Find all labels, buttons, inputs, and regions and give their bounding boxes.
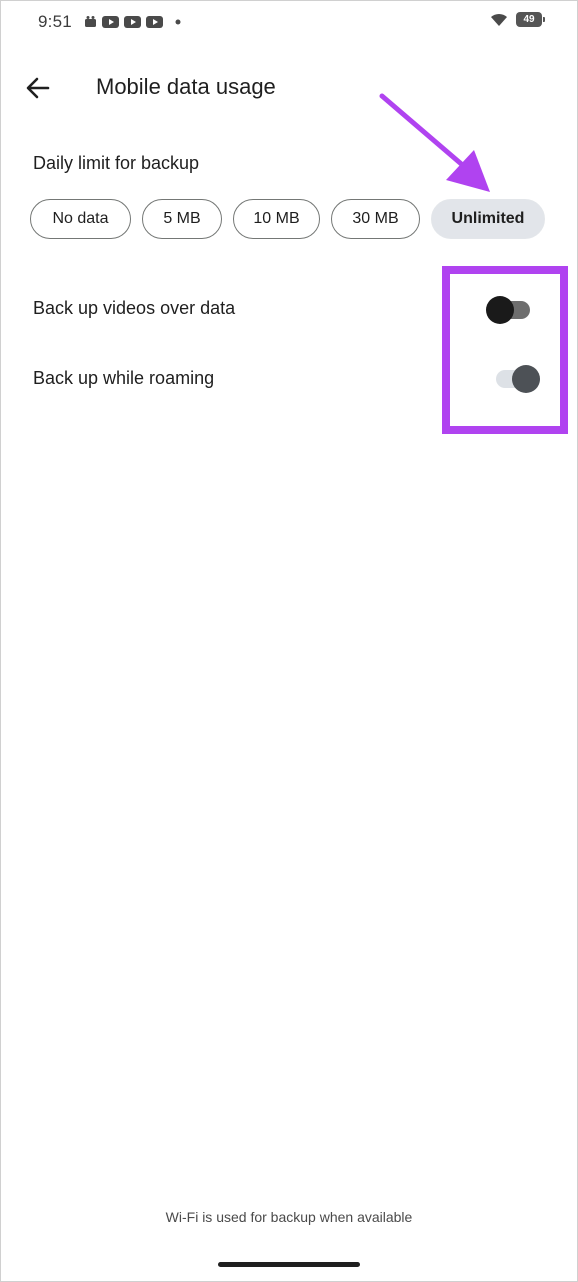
switch-thumb — [486, 296, 514, 324]
notification-icons — [84, 15, 182, 28]
navigation-handle[interactable] — [218, 1262, 360, 1267]
status-time: 9:51 — [38, 12, 72, 31]
daily-limit-label: Daily limit for backup — [33, 153, 200, 173]
chip-no-data[interactable]: No data — [30, 199, 131, 239]
setting-label: Back up while roaming — [33, 368, 215, 388]
while-roaming-switch[interactable] — [496, 365, 542, 393]
page-title: Mobile data usage — [96, 74, 276, 99]
news-icon — [85, 16, 96, 27]
chip-label: Unlimited — [451, 210, 525, 227]
chip-5-mb[interactable]: 5 MB — [142, 199, 222, 239]
chip-unlimited[interactable]: Unlimited — [431, 199, 545, 239]
arrow-left-icon — [26, 77, 50, 99]
back-button[interactable] — [22, 72, 54, 104]
app-bar: Mobile data usage — [0, 60, 578, 116]
chip-10-mb[interactable]: 10 MB — [233, 199, 320, 239]
videos-over-data-switch[interactable] — [486, 296, 532, 324]
system-icons: 49 — [490, 12, 545, 27]
setting-while-roaming[interactable]: Back up while roaming — [33, 360, 553, 400]
youtube-icon — [146, 15, 163, 28]
setting-videos-over-data[interactable]: Back up videos over data — [33, 290, 553, 330]
wifi-icon — [491, 13, 507, 26]
chip-label: 5 MB — [163, 210, 201, 227]
status-bar: 9:51 49 — [0, 0, 578, 44]
youtube-icon — [124, 15, 141, 28]
chip-30-mb[interactable]: 30 MB — [331, 199, 420, 239]
screen-frame — [0, 0, 578, 1282]
dot-icon — [175, 19, 181, 24]
chip-label: 30 MB — [352, 210, 399, 227]
footer-note: Wi-Fi is used for backup when available — [165, 1209, 413, 1225]
youtube-icon — [102, 15, 119, 28]
switch-thumb — [512, 365, 540, 393]
battery-level: 49 — [523, 14, 535, 25]
chip-label: No data — [52, 210, 109, 227]
chip-label: 10 MB — [253, 210, 300, 227]
setting-label: Back up videos over data — [33, 298, 236, 318]
battery-icon: 49 — [516, 12, 545, 27]
